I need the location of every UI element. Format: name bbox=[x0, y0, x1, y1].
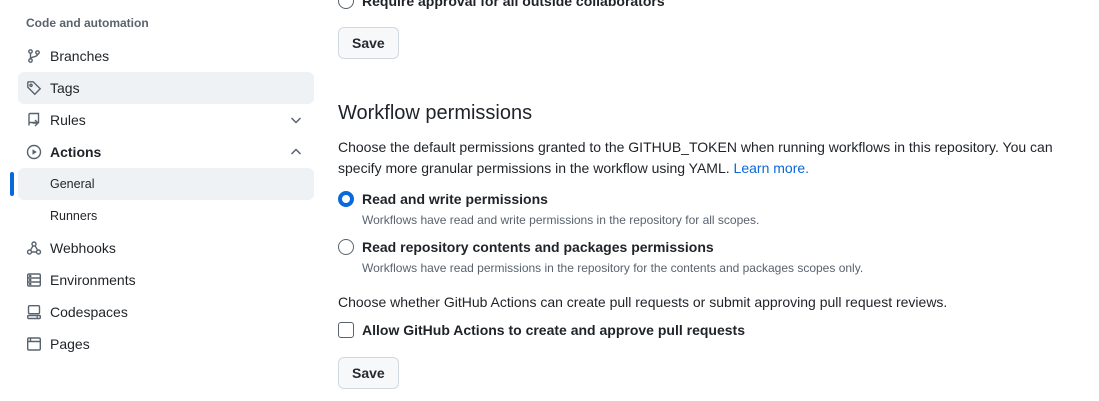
read-only-label: Read repository contents and packages pe… bbox=[362, 239, 714, 255]
settings-sidebar: Code and automation Branches Tags Rules … bbox=[0, 0, 322, 401]
workflow-permissions-title: Workflow permissions bbox=[338, 102, 533, 124]
sidebar-item-environments[interactable]: Environments bbox=[18, 264, 314, 296]
sidebar-item-actions-general[interactable]: General bbox=[18, 168, 314, 200]
sidebar-item-label: Pages bbox=[50, 336, 90, 352]
allow-pr-label: Allow GitHub Actions to create and appro… bbox=[362, 322, 745, 338]
read-write-option[interactable]: Read and write permissions Workflows hav… bbox=[338, 191, 759, 227]
read-write-radio[interactable] bbox=[338, 191, 354, 207]
sidebar-section-heading: Code and automation bbox=[26, 16, 149, 30]
sidebar-item-label: Tags bbox=[50, 80, 80, 96]
browser-icon bbox=[26, 336, 42, 352]
outside-collaborators-label: Require approval for all outside collabo… bbox=[362, 0, 665, 9]
sidebar-item-tags[interactable]: Tags bbox=[18, 72, 314, 104]
learn-more-link[interactable]: Learn more. bbox=[734, 160, 809, 176]
repo-push-icon bbox=[26, 112, 42, 128]
sidebar-item-label: Codespaces bbox=[50, 304, 128, 320]
sidebar-item-pages[interactable]: Pages bbox=[18, 328, 314, 360]
read-write-label: Read and write permissions bbox=[362, 191, 548, 207]
main-content: Require approval for all outside collabo… bbox=[338, 0, 1099, 401]
allow-pr-checkbox[interactable] bbox=[338, 322, 354, 338]
chevron-down-icon[interactable] bbox=[288, 112, 304, 128]
read-only-note: Workflows have read permissions in the r… bbox=[362, 261, 864, 275]
sidebar-item-label: Runners bbox=[50, 209, 98, 223]
sidebar-item-label: Environments bbox=[50, 272, 136, 288]
sidebar-item-webhooks[interactable]: Webhooks bbox=[18, 232, 314, 264]
sidebar-item-actions-runners[interactable]: Runners bbox=[18, 200, 314, 232]
workflow-permissions-description: Choose the default permissions granted t… bbox=[338, 137, 1088, 179]
sidebar-item-label: Rules bbox=[50, 112, 86, 128]
chevron-up-icon[interactable] bbox=[288, 144, 304, 160]
read-write-note: Workflows have read and write permission… bbox=[362, 213, 760, 227]
pr-permission-question: Choose whether GitHub Actions can create… bbox=[338, 294, 948, 310]
git-branch-icon bbox=[26, 48, 42, 64]
webhook-icon bbox=[26, 240, 42, 256]
active-item-indicator bbox=[10, 172, 14, 196]
sidebar-item-actions[interactable]: Actions bbox=[18, 136, 314, 168]
allow-pr-option[interactable]: Allow GitHub Actions to create and appro… bbox=[338, 322, 745, 338]
sidebar-item-label: Actions bbox=[50, 144, 102, 160]
sidebar-item-rules[interactable]: Rules bbox=[18, 104, 314, 136]
codespaces-icon bbox=[26, 304, 42, 320]
outside-collaborators-option[interactable]: Require approval for all outside collabo… bbox=[338, 0, 665, 9]
server-icon bbox=[26, 272, 42, 288]
outside-collaborators-radio[interactable] bbox=[338, 0, 354, 9]
play-icon bbox=[26, 144, 42, 160]
save-button[interactable]: Save bbox=[338, 357, 399, 389]
read-only-option[interactable]: Read repository contents and packages pe… bbox=[338, 239, 863, 275]
save-button-top[interactable]: Save bbox=[338, 27, 399, 59]
sidebar-item-label: General bbox=[50, 177, 95, 191]
tag-icon bbox=[26, 80, 42, 96]
sidebar-item-label: Branches bbox=[50, 48, 110, 64]
sidebar-item-label: Webhooks bbox=[50, 240, 116, 256]
description-text: Choose the default permissions granted t… bbox=[338, 139, 1053, 176]
sidebar-item-branches[interactable]: Branches bbox=[18, 40, 314, 72]
sidebar-item-codespaces[interactable]: Codespaces bbox=[18, 296, 314, 328]
read-only-radio[interactable] bbox=[338, 239, 354, 255]
